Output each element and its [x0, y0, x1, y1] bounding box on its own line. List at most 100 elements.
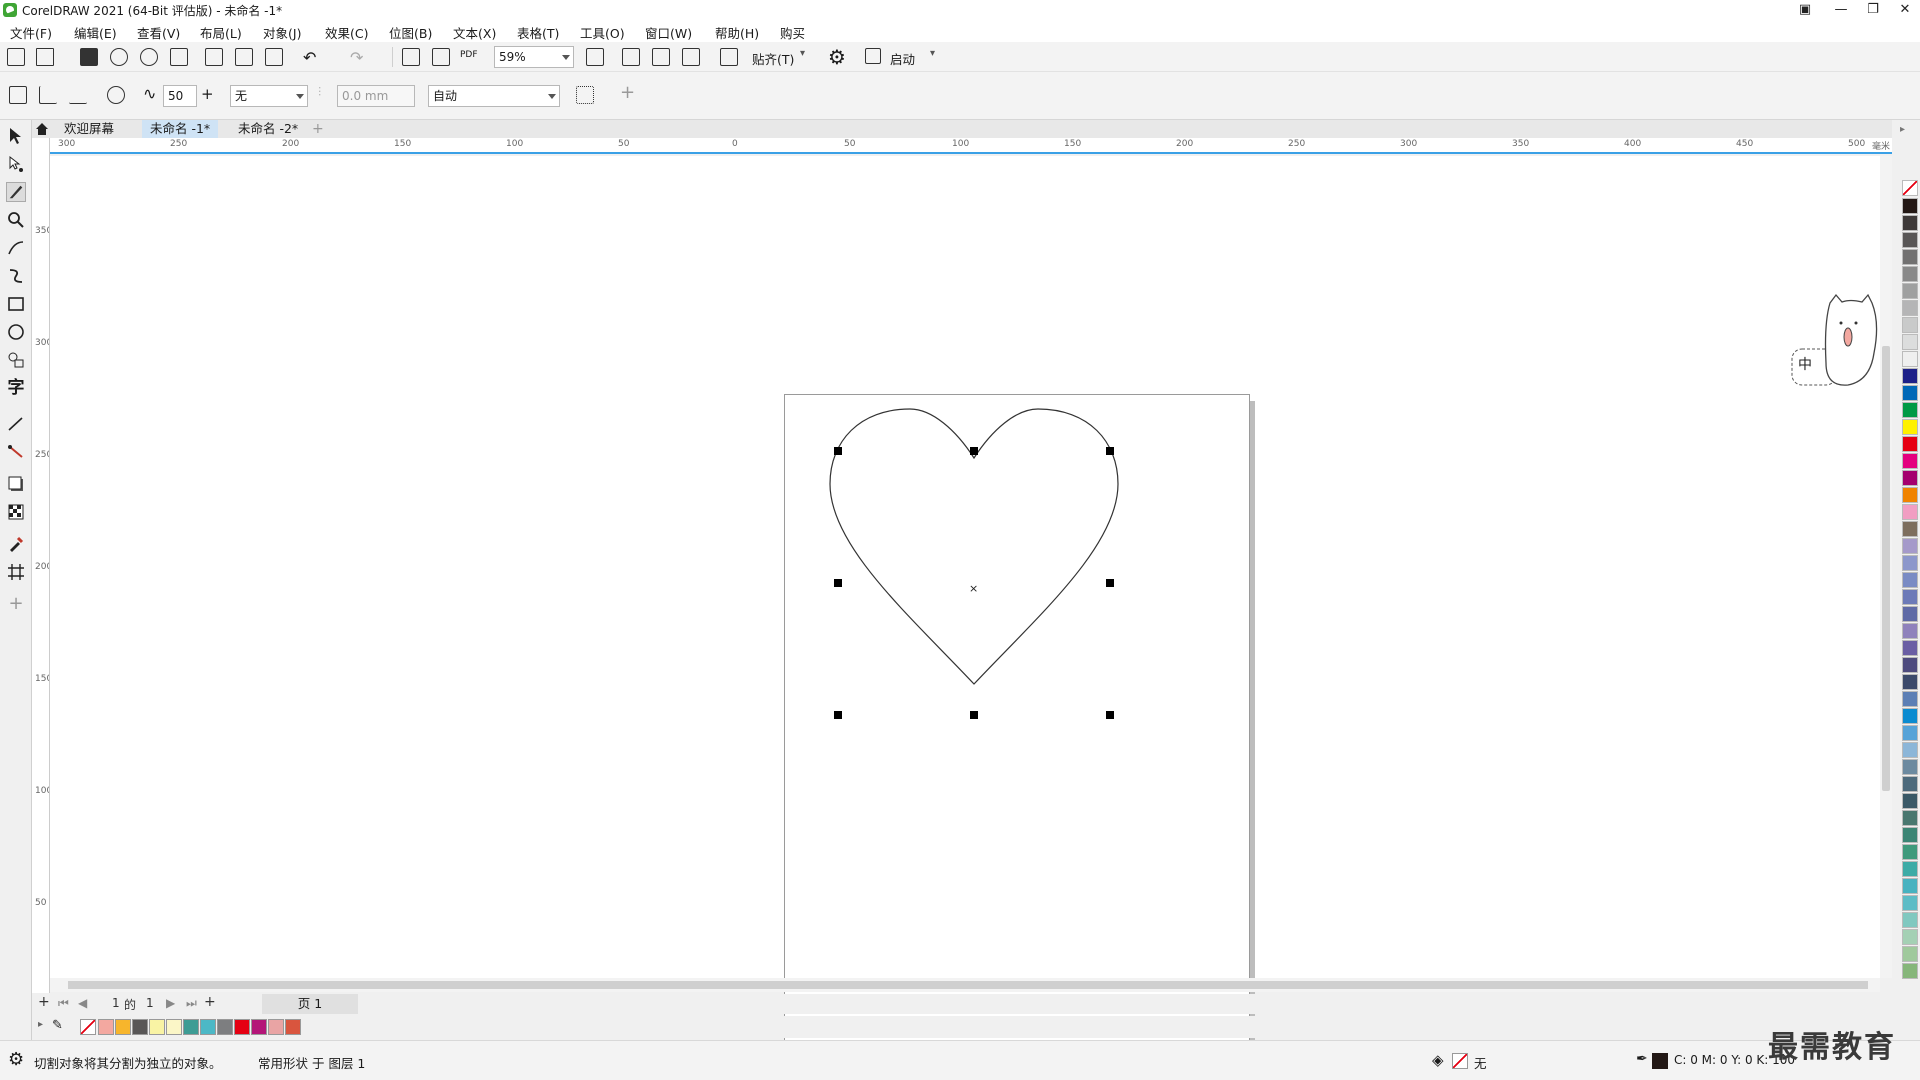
expand-arrow-icon[interactable]: ▸ [38, 1019, 43, 1030]
first-page-icon[interactable]: ⏮ [58, 996, 69, 1011]
cut-icon[interactable] [205, 48, 223, 66]
menu-edit[interactable]: 编辑(E) [74, 23, 117, 42]
drawing-canvas[interactable]: × 中 [50, 156, 1892, 1056]
menu-buy[interactable]: 购买 [780, 23, 805, 42]
document-palette-swatch[interactable] [200, 1019, 216, 1035]
home-icon[interactable] [34, 121, 50, 137]
polygon-tool-icon[interactable] [6, 350, 26, 370]
palette-swatch[interactable] [1902, 266, 1918, 282]
expand-arrow-icon[interactable]: ▸ [1900, 124, 1905, 135]
settings-gear-icon[interactable]: ⚙ [8, 1049, 24, 1070]
palette-swatch[interactable] [1902, 317, 1918, 333]
palette-swatch[interactable] [1902, 436, 1918, 452]
freehand-tool-icon[interactable] [6, 238, 26, 258]
palette-swatch[interactable] [1902, 623, 1918, 639]
document-palette-swatch[interactable] [98, 1019, 114, 1035]
palette-swatch[interactable] [1902, 334, 1918, 350]
smoothing-input[interactable]: 50 [163, 85, 197, 107]
palette-swatch[interactable] [1902, 759, 1918, 775]
transparency-tool-icon[interactable] [6, 502, 26, 522]
shape-tool-icon[interactable] [6, 154, 26, 174]
palette-swatch[interactable] [1902, 844, 1918, 860]
drop-shadow-tool-icon[interactable] [6, 474, 26, 494]
add-page-before-icon[interactable]: + [38, 994, 50, 1010]
increment-icon[interactable]: + [201, 85, 214, 103]
parallel-dimension-tool-icon[interactable] [6, 414, 26, 434]
ellipse-tool-icon[interactable] [6, 322, 26, 342]
document-palette-swatch[interactable] [234, 1019, 250, 1035]
cut-outline-icon[interactable] [576, 86, 594, 104]
horizontal-ruler[interactable]: 300 250 200 150 100 50 0 50 100 150 200 … [50, 138, 1892, 154]
palette-swatch[interactable] [1902, 572, 1918, 588]
selected-heart-shape[interactable]: × [50, 156, 1880, 978]
keep-objects-icon[interactable] [107, 86, 125, 104]
palette-swatch[interactable] [1902, 470, 1918, 486]
zoom-tool-icon[interactable] [6, 210, 26, 230]
rectangle-tool-icon[interactable] [6, 294, 26, 314]
menu-window[interactable]: 窗口(W) [645, 23, 692, 42]
show-grid-icon[interactable] [652, 48, 670, 66]
tab-untitled-1[interactable]: 未命名 -1* [142, 120, 219, 138]
export-icon[interactable] [432, 48, 450, 66]
maximize-button[interactable]: ❐ [1858, 0, 1888, 20]
menu-table[interactable]: 表格(T) [517, 23, 559, 42]
palette-swatch[interactable] [1902, 487, 1918, 503]
selection-handle[interactable] [970, 711, 978, 719]
palette-swatch[interactable] [1902, 385, 1918, 401]
palette-swatch[interactable] [1902, 776, 1918, 792]
next-page-icon[interactable]: ▶ [166, 996, 175, 1010]
chevron-down-icon[interactable]: ▾ [930, 48, 935, 59]
open-folder-icon[interactable] [36, 48, 54, 66]
page-tab[interactable]: 页 1 [262, 994, 358, 1014]
add-page-after-icon[interactable]: + [204, 994, 216, 1010]
cloud-upload-icon[interactable] [140, 48, 158, 66]
tab-welcome[interactable]: 欢迎屏幕 [56, 120, 122, 138]
palette-swatch[interactable] [1902, 861, 1918, 877]
copy-icon[interactable] [235, 48, 253, 66]
new-document-icon[interactable] [7, 48, 25, 66]
palette-swatch[interactable] [1902, 946, 1918, 962]
menu-layout[interactable]: 布局(L) [200, 23, 242, 42]
palette-swatch[interactable] [1902, 674, 1918, 690]
options-gear-icon[interactable]: ⚙ [828, 45, 846, 69]
pick-tool-icon[interactable] [6, 126, 26, 146]
paste-icon[interactable] [265, 48, 283, 66]
palette-swatch[interactable] [1902, 912, 1918, 928]
document-palette-swatch[interactable] [285, 1019, 301, 1035]
document-palette-swatch[interactable] [132, 1019, 148, 1035]
palette-swatch[interactable] [1902, 691, 1918, 707]
vertical-scrollbar[interactable] [1880, 156, 1892, 978]
text-tool-icon[interactable]: 字 [6, 378, 26, 398]
menu-bitmap[interactable]: 位图(B) [389, 23, 432, 42]
palette-swatch[interactable] [1902, 300, 1918, 316]
full-screen-preview-icon[interactable] [586, 48, 604, 66]
palette-swatch[interactable] [1902, 827, 1918, 843]
selection-handle[interactable] [834, 711, 842, 719]
selection-handle[interactable] [1106, 579, 1114, 587]
no-fill-swatch[interactable] [80, 1019, 96, 1035]
vertical-scroll-thumb[interactable] [1882, 346, 1890, 791]
palette-swatch[interactable] [1902, 657, 1918, 673]
import-icon[interactable] [402, 48, 420, 66]
launch-icon[interactable] [865, 48, 881, 64]
menu-effects[interactable]: 效果(C) [325, 23, 368, 42]
document-palette-swatch[interactable] [268, 1019, 284, 1035]
print-icon[interactable] [170, 48, 188, 66]
palette-swatch[interactable] [1902, 963, 1918, 979]
selection-handle[interactable] [834, 579, 842, 587]
snap-off-icon[interactable] [720, 48, 738, 66]
palette-swatch[interactable] [1902, 198, 1918, 214]
palette-swatch[interactable] [1902, 453, 1918, 469]
palette-swatch[interactable] [1902, 521, 1918, 537]
add-icon[interactable]: + [620, 82, 635, 103]
document-palette-swatch[interactable] [251, 1019, 267, 1035]
palette-swatch[interactable] [1902, 232, 1918, 248]
close-button[interactable]: ✕ [1890, 0, 1920, 20]
save-icon[interactable] [80, 48, 98, 66]
gap-fill-combo[interactable]: 无 [230, 85, 308, 107]
palette-swatch[interactable] [1902, 708, 1918, 724]
palette-swatch[interactable] [1902, 742, 1918, 758]
palette-swatch[interactable] [1902, 878, 1918, 894]
export-pdf-icon[interactable]: PDF [460, 50, 478, 60]
selection-handle[interactable] [1106, 711, 1114, 719]
